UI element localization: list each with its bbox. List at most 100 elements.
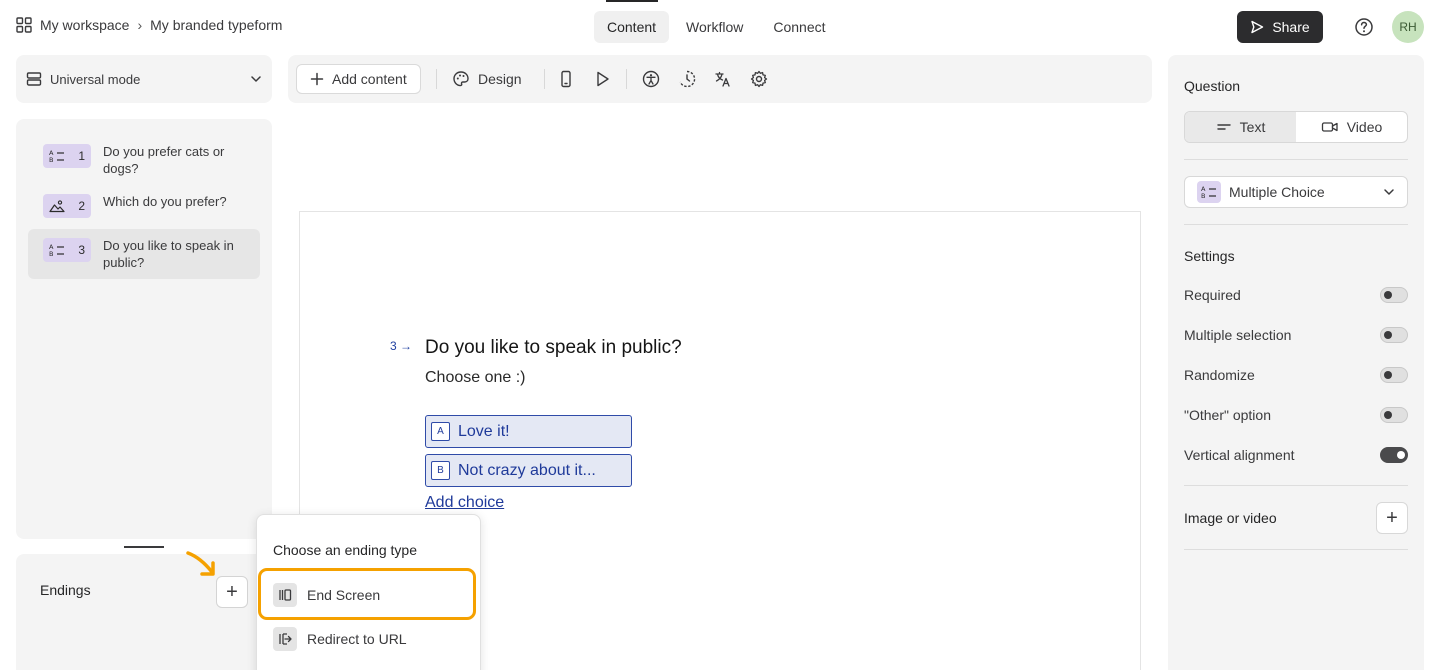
endings-panel: Endings +	[16, 554, 272, 670]
question-text: Do you prefer cats or dogs?	[103, 144, 225, 176]
question-type-dropdown[interactable]: A B Multiple Choice	[1184, 176, 1408, 208]
send-icon	[1251, 20, 1264, 34]
toolbar-divider	[544, 69, 545, 89]
text-format-label: Text	[1239, 119, 1266, 135]
choice-key: A	[431, 422, 450, 441]
question-format-toggle: Text Video	[1184, 111, 1408, 143]
question-type-label: Multiple Choice	[1229, 184, 1325, 200]
tab-content[interactable]: Content	[594, 11, 670, 43]
pointer-arrow-icon	[186, 551, 215, 576]
video-camera-icon	[1321, 122, 1338, 132]
canvas-question-subtitle[interactable]: Choose one :)	[425, 369, 526, 387]
question-list: A B 1 Do you prefer cats or dogs? 2 Whic…	[16, 119, 272, 539]
video-format-option[interactable]: Video	[1296, 112, 1407, 142]
question-number: 3	[78, 243, 85, 257]
redirect-url-label: Redirect to URL	[307, 631, 407, 647]
gear-icon[interactable]	[750, 70, 768, 88]
multiple-choice-icon: A B	[49, 149, 64, 163]
divider	[1184, 224, 1408, 225]
setting-vertical-alignment: Vertical alignment	[1184, 445, 1408, 465]
svg-text:B: B	[1201, 192, 1205, 199]
share-label: Share	[1272, 19, 1310, 35]
add-content-button[interactable]: Add content	[296, 64, 421, 94]
divider	[1184, 485, 1408, 486]
question-settings-panel: Question Text Video A B Multiple Choice …	[1168, 55, 1424, 670]
breadcrumb-workspace[interactable]: My workspace	[40, 17, 129, 33]
design-label: Design	[478, 71, 522, 87]
setting-label: "Other" option	[1184, 407, 1271, 423]
required-toggle[interactable]	[1380, 287, 1408, 303]
translate-icon[interactable]	[714, 70, 732, 88]
question-section-label: Question	[1184, 78, 1241, 94]
divider	[1184, 549, 1408, 550]
avatar[interactable]: RH	[1392, 11, 1424, 43]
question-item[interactable]: A B 1 Do you prefer cats or dogs?	[28, 135, 260, 185]
image-or-video-label: Image or video	[1184, 510, 1277, 526]
setting-label: Multiple selection	[1184, 327, 1292, 343]
tab-connect[interactable]: Connect	[760, 11, 838, 43]
add-image-or-video-button[interactable]: +	[1376, 502, 1408, 534]
design-button[interactable]: Design	[452, 64, 522, 94]
end-screen-highlight	[258, 568, 476, 620]
setting-randomize: Randomize	[1184, 365, 1408, 385]
arrow-right-icon: →	[400, 339, 413, 353]
vertical-alignment-toggle[interactable]	[1380, 447, 1408, 463]
other-option-toggle[interactable]	[1380, 407, 1408, 423]
question-number: 1	[78, 149, 85, 163]
redirect-url-option[interactable]: Redirect to URL	[261, 619, 477, 659]
setting-label: Required	[1184, 287, 1241, 303]
chevron-down-icon	[251, 76, 261, 82]
popup-title: Choose an ending type	[273, 542, 417, 558]
video-format-label: Video	[1346, 119, 1383, 135]
main-tabs: Content Workflow Connect	[594, 11, 839, 43]
divider	[1184, 159, 1408, 160]
help-icon[interactable]	[1354, 17, 1374, 37]
canvas-question-title[interactable]: Do you like to speak in public?	[425, 337, 682, 359]
add-ending-button[interactable]: +	[216, 576, 248, 608]
svg-text:B: B	[49, 156, 53, 163]
mode-selector[interactable]: Universal mode	[16, 55, 272, 103]
top-bar: My workspace › My branded typeform Conte…	[0, 0, 1440, 54]
setting-required: Required	[1184, 285, 1408, 305]
accessibility-icon[interactable]	[642, 70, 660, 88]
setting-other-option: "Other" option	[1184, 405, 1408, 425]
question-badge: A B 3	[43, 238, 91, 262]
settings-section-label: Settings	[1184, 248, 1235, 264]
resize-handle[interactable]	[124, 546, 164, 548]
setting-label: Vertical alignment	[1184, 447, 1295, 463]
toolbar-divider	[626, 69, 627, 89]
multiple-choice-icon: A B	[1201, 185, 1216, 199]
multiple-selection-toggle[interactable]	[1380, 327, 1408, 343]
add-choice-link[interactable]: Add choice	[425, 494, 504, 512]
choice-key: B	[431, 461, 450, 480]
breadcrumb-separator: ›	[137, 17, 143, 33]
redirect-icon	[279, 633, 292, 645]
play-icon[interactable]	[593, 70, 611, 88]
svg-text:B: B	[49, 250, 53, 257]
chevron-down-icon	[1384, 189, 1394, 195]
question-item[interactable]: 2 Which do you prefer?	[28, 185, 260, 229]
plus-icon	[310, 72, 324, 86]
loading-settings-icon[interactable]	[678, 70, 696, 88]
tab-workflow[interactable]: Workflow	[673, 11, 756, 43]
choice-label: Not crazy about it...	[458, 461, 596, 479]
text-lines-icon	[1216, 124, 1231, 130]
text-format-option[interactable]: Text	[1185, 112, 1296, 142]
multiple-choice-icon: A B	[49, 243, 64, 257]
palette-icon	[453, 71, 469, 87]
breadcrumb-form-title[interactable]: My branded typeform	[150, 17, 282, 33]
layout-icon	[26, 72, 42, 86]
toolbar-divider	[436, 69, 437, 89]
choice-option[interactable]: B Not crazy about it...	[425, 454, 632, 487]
mobile-preview-icon[interactable]	[557, 70, 575, 88]
question-badge: A B 1	[43, 144, 91, 168]
randomize-toggle[interactable]	[1380, 367, 1408, 383]
grid-icon[interactable]	[16, 17, 32, 33]
setting-label: Randomize	[1184, 367, 1255, 383]
choice-label: Love it!	[458, 422, 510, 440]
share-button[interactable]: Share	[1237, 11, 1323, 43]
choice-option[interactable]: A Love it!	[425, 415, 632, 448]
add-content-label: Add content	[332, 71, 407, 87]
question-item-selected[interactable]: A B 3 Do you like to speak in public?	[28, 229, 260, 279]
editor-toolbar: Add content Design	[288, 55, 1152, 103]
